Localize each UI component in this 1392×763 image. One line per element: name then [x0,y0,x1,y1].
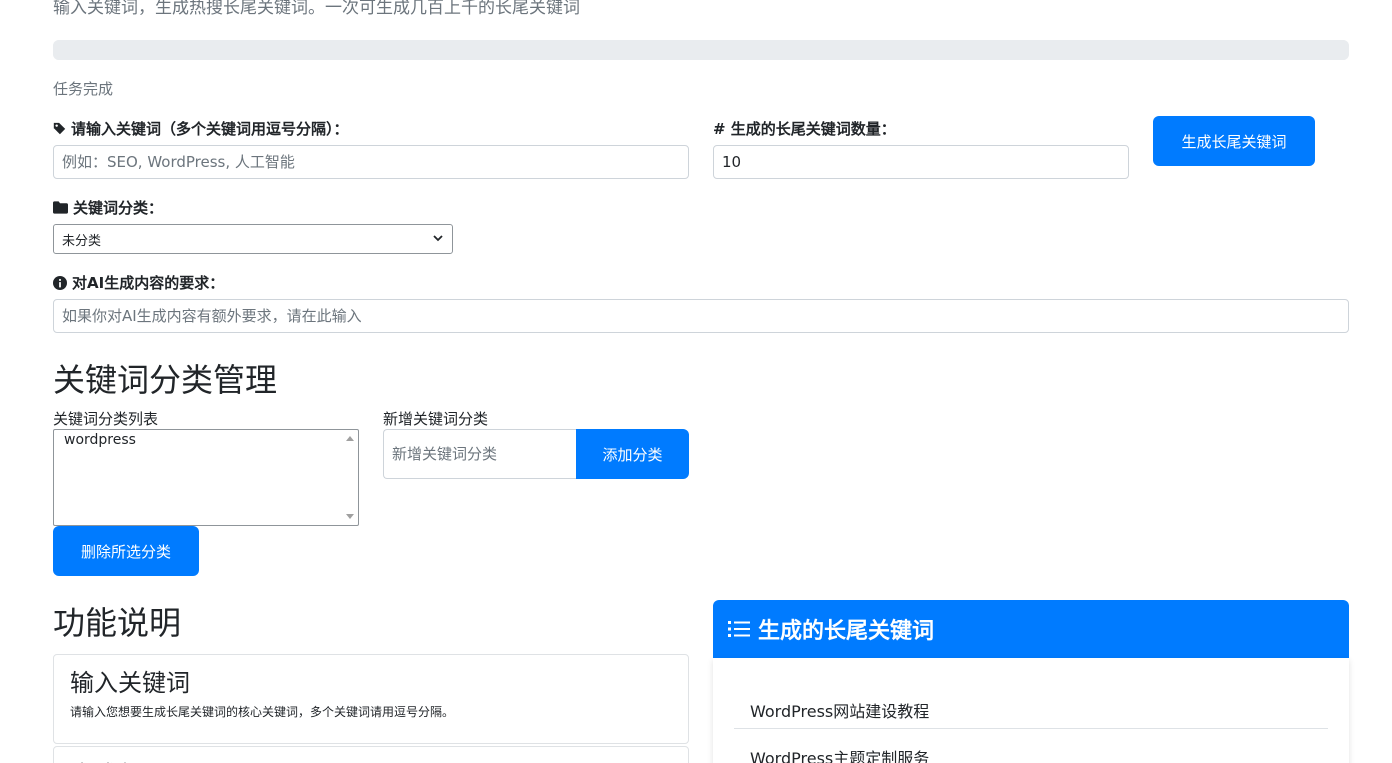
category-label-row: 关键词分类： [53,197,163,218]
requirements-label-row: 对AI生成内容的要求： [53,272,224,293]
count-input[interactable] [713,145,1129,179]
category-select-value: 未分类 [62,233,102,249]
feature-card: 生成数量 [53,746,689,763]
new-category-input[interactable] [383,429,576,479]
feature-card-title: 生成数量 [70,755,166,763]
feature-card-title: 输入关键词 [70,669,190,697]
features-title: 功能说明 [53,604,182,642]
keywords-input[interactable] [53,145,689,179]
chevron-down-icon [432,232,444,248]
category-list-item[interactable]: wordpress [64,432,136,448]
category-label: 关键词分类： [73,199,164,217]
progress-fill [53,40,1349,60]
feature-card-desc: 请输入您想要生成长尾关键词的核心关键词，多个关键词请用逗号分隔。 [70,705,455,719]
scroll-down-icon[interactable] [346,514,354,519]
category-select[interactable]: 未分类 [53,224,453,254]
list-icon [728,619,750,639]
keyword-item: WordPress主题定制服务 [750,749,930,763]
new-category-label: 新增关键词分类 [383,410,489,428]
feature-card: 输入关键词 请输入您想要生成长尾关键词的核心关键词，多个关键词请用逗号分隔。 [53,654,689,744]
divider [734,728,1328,729]
delete-category-button[interactable]: 删除所选分类 [53,526,199,576]
tag-icon [53,122,66,135]
intro-text: 输入关键词，生成热搜长尾关键词。一次可生成几百上千的长尾关键词 [53,0,580,18]
requirements-input[interactable] [53,299,1349,333]
count-label: # 生成的长尾关键词数量： [713,120,896,138]
keywords-label: 请输入关键词（多个关键词用逗号分隔）： [71,120,349,138]
category-management-title: 关键词分类管理 [53,361,278,399]
listbox-scrollbar[interactable] [343,431,357,524]
add-category-button[interactable]: 添加分类 [576,429,689,479]
category-listbox[interactable]: wordpress [53,429,359,526]
category-list-label: 关键词分类列表 [53,410,159,428]
progress-bar [53,40,1349,60]
requirements-label: 对AI生成内容的要求： [72,274,225,292]
folder-icon [53,201,68,214]
status-text: 任务完成 [53,80,114,98]
results-title: 生成的长尾关键词 [758,619,935,644]
keyword-item: WordPress网站建设教程 [750,702,930,721]
results-list: WordPress网站建设教程 WordPress主题定制服务 [713,658,1349,763]
results-header: 生成的长尾关键词 [713,600,1349,658]
info-circle-icon [53,275,67,290]
scroll-up-icon[interactable] [346,436,354,441]
generate-button[interactable]: 生成长尾关键词 [1153,116,1315,166]
keywords-label-row: 请输入关键词（多个关键词用逗号分隔）： [53,118,349,139]
